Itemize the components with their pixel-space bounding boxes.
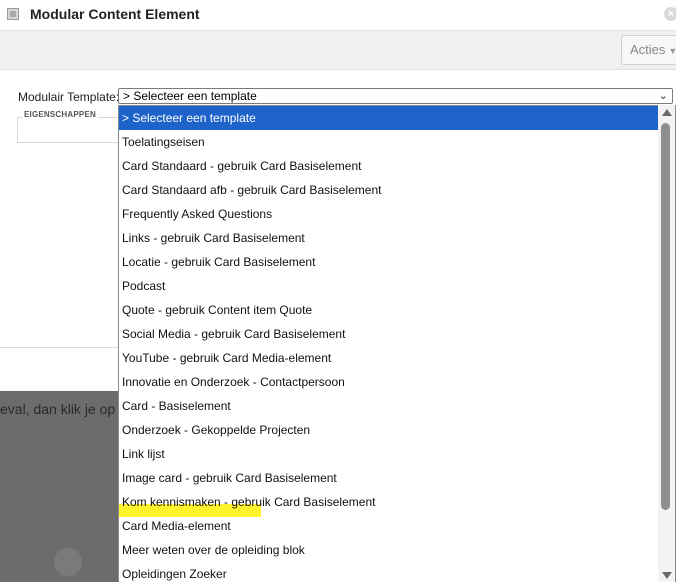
scroll-down-icon[interactable] [662,572,672,579]
template-label: Modulair Template: [18,90,120,104]
dropdown-scrollbar[interactable] [658,105,675,582]
template-dropdown-list: > Selecteer een template Toelatingseisen… [118,105,676,582]
dropdown-option[interactable]: Kom kennismaken - gebruik Card Basiselem… [119,490,659,514]
dropdown-option[interactable]: Link lijst [119,442,659,466]
scrollbar-thumb[interactable] [661,123,670,510]
dialog-titlebar: Modular Content Element × [0,0,676,30]
dropdown-option[interactable]: Card Standaard - gebruik Card Basiseleme… [119,154,659,178]
acties-button[interactable]: Acties ▼ [621,35,676,65]
dropdown-option[interactable]: Card Media-element [119,514,659,538]
toolbar: Acties ▼ [0,30,676,70]
dropdown-option[interactable]: Card Standaard afb - gebruik Card Basise… [119,178,659,202]
dropdown-option[interactable]: Onderzoek - Gekoppelde Projecten [119,418,659,442]
dropdown-option[interactable]: Locatie - gebruik Card Basiselement [119,250,659,274]
dropdown-option[interactable]: Links - gebruik Card Basiselement [119,226,659,250]
template-select-value: > Selecteer een template [123,89,257,103]
close-icon[interactable]: × [664,7,676,21]
dropdown-option[interactable]: Meer weten over de opleiding blok [119,538,659,562]
background-avatar [54,548,82,576]
acties-label: Acties [630,42,666,57]
dropdown-option[interactable]: Frequently Asked Questions [119,202,659,226]
scroll-up-icon[interactable] [662,109,672,116]
dropdown-option[interactable]: Quote - gebruik Content item Quote [119,298,659,322]
background-page-text: eval, dan klik je op [0,401,116,417]
properties-fieldset [17,117,127,143]
chevron-down-icon: ▼ [668,46,676,56]
dropdown-option[interactable]: Podcast [119,274,659,298]
dropdown-option-selected[interactable]: > Selecteer een template [119,106,658,130]
dropdown-option[interactable]: Toelatingseisen [119,130,659,154]
dialog-title: Modular Content Element [30,6,200,22]
dropdown-option[interactable]: Social Media - gebruik Card Basiselement [119,322,659,346]
dropdown-option-highlighted[interactable]: Card - Basiselement [119,394,659,418]
dropdown-option[interactable]: YouTube - gebruik Card Media-element [119,346,659,370]
window-icon [7,8,19,20]
dropdown-option[interactable]: Innovatie en Onderzoek - Contactpersoon [119,370,659,394]
template-select[interactable]: > Selecteer een template ⌄ [118,88,673,104]
chevron-down-icon: ⌄ [658,90,668,102]
properties-legend: EIGENSCHAPPEN [22,110,98,119]
dropdown-option[interactable]: Opleidingen Zoeker [119,562,659,582]
dropdown-option[interactable]: Image card - gebruik Card Basiselement [119,466,659,490]
